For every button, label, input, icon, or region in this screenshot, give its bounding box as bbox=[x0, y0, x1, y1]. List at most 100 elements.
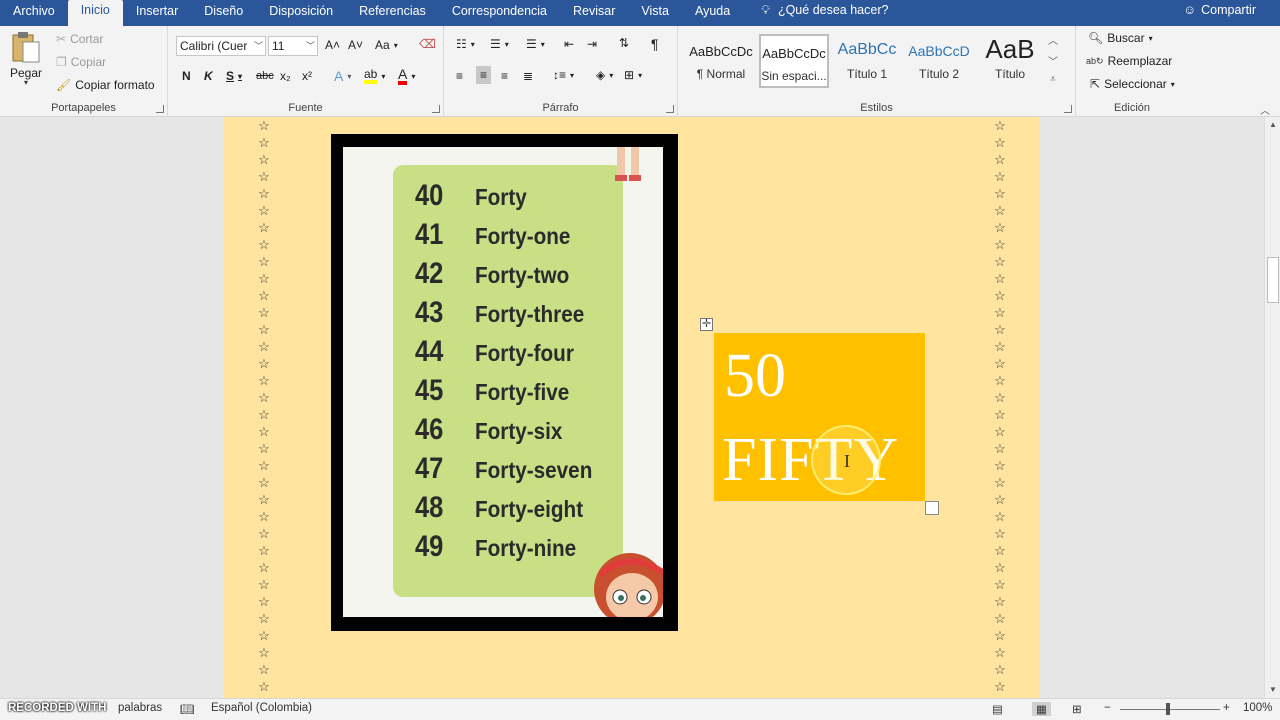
font-color-button[interactable]: A ▾ bbox=[398, 67, 415, 85]
document-page[interactable]: ☆ ☆ ☆ ☆ ☆ ☆ ☆ ☆ ☆ ☆ ☆ ☆ ☆ ☆ ☆ ☆ ☆ ☆ ☆ ☆ ☆ ☆ ☆ ☆ ☆ ☆ ☆ ☆ ☆ ☆ ☆ ☆ ☆ ☆ ☆ ☆ ☆ ☆ ☆… bbox=[224, 117, 1039, 698]
tab-vista[interactable]: Vista bbox=[628, 2, 682, 26]
style-name: Título 1 bbox=[846, 67, 888, 81]
align-right-button[interactable]: ≡ bbox=[501, 69, 508, 83]
superscript-button[interactable]: x² bbox=[302, 69, 312, 83]
chevron-down-icon: ▾ bbox=[638, 70, 643, 80]
zoom-level[interactable]: 100% bbox=[1243, 702, 1272, 714]
show-marks-button[interactable]: ¶ bbox=[651, 36, 659, 52]
styles-scroll[interactable]: ︿ ﹀ ⩡ bbox=[1048, 32, 1058, 85]
style-heading-1[interactable]: AaBbCc Título 1 bbox=[832, 34, 902, 88]
scroll-down-icon[interactable]: ▼ bbox=[1265, 682, 1280, 698]
style-title[interactable]: AaB Título bbox=[975, 34, 1045, 88]
font-color-icon: A bbox=[398, 67, 408, 85]
font-name-field[interactable]: Calibri (Cuer ﹀ bbox=[176, 36, 266, 56]
vertical-scrollbar[interactable]: ▲ ▼ bbox=[1264, 117, 1280, 698]
multilevel-button[interactable]: ☰ ▾ bbox=[526, 37, 545, 51]
format-painter-button[interactable]: 🖌︎ Copiar formato bbox=[56, 78, 155, 92]
text-effects-button[interactable]: A ▾ bbox=[334, 68, 351, 84]
web-layout-icon[interactable]: ⊞ bbox=[1072, 702, 1082, 716]
zoom-slider[interactable] bbox=[1120, 709, 1220, 710]
grow-font-button[interactable]: A˄ bbox=[325, 38, 340, 52]
star-icon: ☆ bbox=[994, 339, 1006, 354]
zoom-in-icon[interactable]: + bbox=[1223, 702, 1230, 714]
tab-inicio[interactable]: Inicio bbox=[67, 0, 123, 26]
cut-button[interactable]: ✂ Cortar bbox=[56, 32, 103, 46]
tab-ayuda[interactable]: Ayuda bbox=[682, 2, 743, 26]
bullets-button[interactable]: ☷ ▾ bbox=[456, 37, 475, 51]
star-icon: ☆ bbox=[994, 424, 1006, 439]
justify-button[interactable]: ≣ bbox=[523, 69, 533, 83]
copy-button[interactable]: ❐ Copiar bbox=[56, 55, 106, 69]
tab-archivo[interactable]: Archivo bbox=[0, 2, 68, 26]
subscript-button[interactable]: x₂ bbox=[280, 69, 291, 83]
star-icon: ☆ bbox=[994, 152, 1006, 167]
clear-format-button[interactable]: ⌫ bbox=[419, 37, 436, 51]
star-icon: ☆ bbox=[258, 492, 270, 507]
underline-button[interactable]: S ▾ bbox=[226, 69, 242, 83]
font-size-field[interactable]: 11 ﹀ bbox=[268, 36, 318, 56]
star-icon: ☆ bbox=[258, 373, 270, 388]
numbers-picture[interactable]: 40 Forty 41 Forty-one 42 Forty-two 43 Forty-thr… bbox=[331, 134, 678, 631]
bold-button[interactable]: N bbox=[182, 69, 191, 83]
shrink-font-button[interactable]: A˅ bbox=[348, 38, 363, 52]
shading-button[interactable]: ◈ ▾ bbox=[596, 68, 613, 82]
tab-disposicion[interactable]: Disposición bbox=[256, 2, 346, 26]
language-status[interactable]: Español (Colombia) bbox=[211, 702, 312, 714]
replace-button[interactable]: ab↻ Reemplazar bbox=[1086, 54, 1172, 68]
paste-dropdown-icon: ▾ bbox=[24, 78, 29, 87]
paste-button[interactable]: Pegar ▾ bbox=[10, 30, 42, 87]
paragraph-launcher-icon[interactable] bbox=[666, 105, 674, 113]
decrease-indent-button[interactable]: ⇤ bbox=[564, 37, 574, 51]
tab-diseno[interactable]: Diseño bbox=[191, 2, 256, 26]
subscript-icon: x₂ bbox=[280, 69, 291, 83]
sort-button[interactable]: ⇅ bbox=[619, 36, 629, 50]
line-spacing-button[interactable]: ↕≡ ▾ bbox=[553, 68, 574, 82]
numbering-button[interactable]: ☰ ▾ bbox=[490, 37, 509, 51]
style-heading-2[interactable]: AaBbCcD Título 2 bbox=[904, 34, 974, 88]
change-case-button[interactable]: Aa ▾ bbox=[375, 38, 398, 52]
style-no-spacing[interactable]: AaBbCcDc Sin espaci... bbox=[759, 34, 829, 88]
styles-launcher-icon[interactable] bbox=[1064, 105, 1072, 113]
focus-mode-icon[interactable]: ▤ bbox=[992, 702, 1003, 716]
align-center-button[interactable]: ≡ bbox=[476, 66, 492, 84]
find-button[interactable]: 🔍︎ Buscar ▾ bbox=[1088, 31, 1153, 45]
resize-handle[interactable] bbox=[925, 501, 939, 515]
clipboard-launcher-icon[interactable] bbox=[156, 105, 164, 113]
tell-me-box[interactable]: 💡︎ ¿Qué desea hacer? bbox=[743, 0, 888, 26]
scroll-thumb[interactable] bbox=[1267, 257, 1279, 303]
word-count[interactable]: palabras bbox=[118, 702, 162, 714]
clipboard-icon bbox=[12, 32, 40, 63]
zoom-out-icon[interactable]: − bbox=[1104, 702, 1111, 714]
eraser-icon: ⌫ bbox=[419, 37, 436, 51]
style-normal[interactable]: AaBbCcDc ¶ Normal bbox=[686, 34, 756, 88]
tab-correspondencia[interactable]: Correspondencia bbox=[439, 2, 560, 26]
proofing-icon[interactable]: 📖︎ bbox=[180, 702, 195, 716]
select-button[interactable]: ⇱ Seleccionar ▾ bbox=[1090, 77, 1175, 91]
tab-revisar[interactable]: Revisar bbox=[560, 2, 628, 26]
grow-font-icon: A˄ bbox=[325, 38, 341, 52]
print-layout-icon[interactable]: ▦ bbox=[1032, 702, 1051, 716]
highlight-button[interactable]: ab ▾ bbox=[364, 68, 385, 84]
tab-insertar[interactable]: Insertar bbox=[123, 2, 191, 26]
scroll-up-icon[interactable]: ▲ bbox=[1265, 117, 1280, 133]
share-label: Compartir bbox=[1201, 3, 1256, 17]
star-icon: ☆ bbox=[258, 645, 270, 660]
move-handle-icon[interactable]: ✛ bbox=[700, 318, 713, 331]
align-center-icon: ≡ bbox=[480, 68, 488, 82]
zoom-slider-thumb[interactable] bbox=[1166, 703, 1170, 715]
justify-icon: ≣ bbox=[523, 69, 534, 83]
indent-icon: ⇥ bbox=[587, 37, 598, 51]
increase-indent-button[interactable]: ⇥ bbox=[587, 37, 597, 51]
align-left-button[interactable]: ≡ bbox=[456, 69, 463, 83]
italic-button[interactable]: K bbox=[204, 69, 213, 83]
borders-button[interactable]: ⊞ ▾ bbox=[624, 68, 642, 82]
strikethrough-button[interactable]: abc bbox=[256, 70, 274, 82]
clipboard-group: Pegar ▾ ✂ Cortar ❐ Copiar 🖌︎ Copiar form… bbox=[0, 26, 168, 117]
star-icon: ☆ bbox=[258, 288, 270, 303]
star-icon: ☆ bbox=[994, 509, 1006, 524]
collapse-ribbon-button[interactable]: ︿ bbox=[1260, 102, 1270, 117]
style-name: ¶ Normal bbox=[696, 67, 746, 81]
share-button[interactable]: ☺ Compartir bbox=[1183, 0, 1280, 26]
font-launcher-icon[interactable] bbox=[432, 105, 440, 113]
tab-referencias[interactable]: Referencias bbox=[346, 2, 439, 26]
